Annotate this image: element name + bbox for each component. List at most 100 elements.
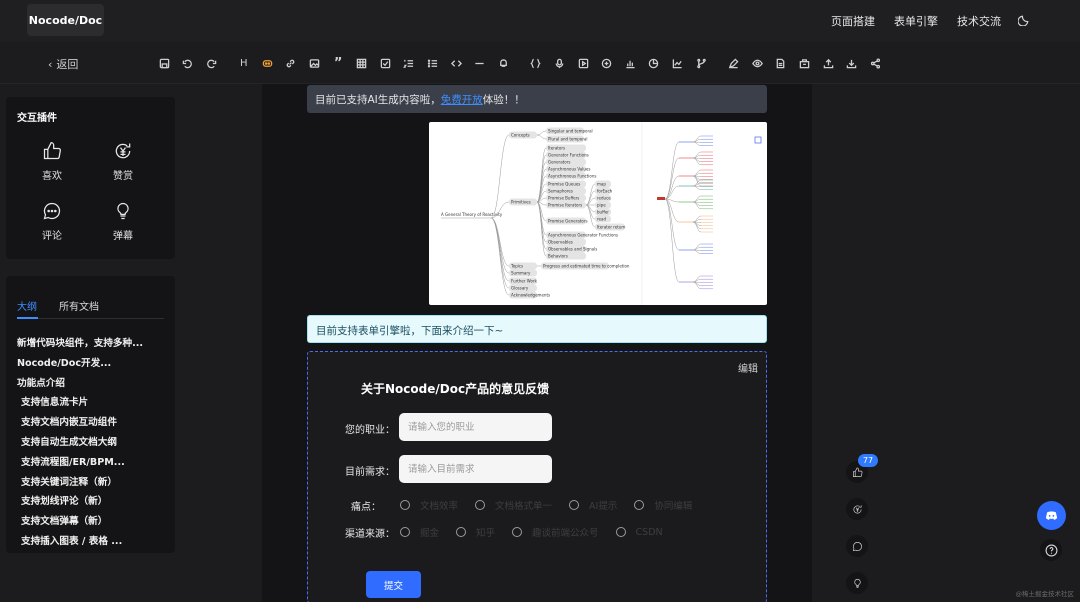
watermark: @稀土掘金技术社区	[1015, 590, 1075, 598]
discord-icon[interactable]	[259, 55, 275, 71]
like-count-badge: 77	[858, 454, 878, 467]
heading-icon[interactable]: H	[236, 55, 252, 71]
mindmap-branch: Concepts	[511, 133, 530, 138]
audio-icon[interactable]	[552, 55, 568, 71]
preview-icon[interactable]	[749, 55, 765, 71]
pain-option[interactable]: 文档格式单一	[475, 498, 552, 512]
mindmap-root: A General Theory of Reactivity	[441, 212, 503, 217]
channel-options: 掘金 知乎 趣谈前端公众号 CSDN	[400, 525, 680, 539]
float-reward-button[interactable]	[846, 498, 868, 520]
export-icon[interactable]	[773, 55, 789, 71]
video-icon[interactable]	[575, 55, 591, 71]
tab-all-docs[interactable]: 所有文档	[59, 298, 99, 313]
outline-item[interactable]: 功能点介绍	[17, 375, 167, 395]
table-icon[interactable]	[354, 55, 370, 71]
outline-item[interactable]: 支持文档内嵌互动组件	[17, 414, 167, 434]
ai-banner-prefix: 目前已支持AI生成内容啦，	[315, 94, 441, 106]
code-block-icon[interactable]	[528, 55, 544, 71]
ai-banner-link[interactable]: 免费开放	[441, 94, 483, 106]
mindmap-primitive: Generators	[548, 160, 570, 165]
job-input[interactable]	[399, 413, 552, 441]
float-danmaku-button[interactable]	[846, 572, 868, 594]
pain-option[interactable]: AI提示	[569, 498, 617, 512]
ordered-list-icon[interactable]	[401, 55, 417, 71]
nav-link-tech-exchange[interactable]: 技术交流	[957, 13, 1001, 29]
quote-icon[interactable]: ”	[330, 55, 346, 71]
edit-button[interactable]: 编辑	[738, 360, 758, 375]
channel-option[interactable]: 掘金	[400, 525, 439, 539]
outline-item[interactable]: 支持划线评论（新）	[17, 493, 167, 513]
job-label: 您的职业：	[345, 425, 395, 436]
bullet-list-icon[interactable]	[425, 55, 441, 71]
plugin-like[interactable]: 喜欢	[32, 141, 72, 182]
submit-button[interactable]: 提交	[366, 571, 421, 598]
plugin-comment-label: 评论	[42, 231, 62, 242]
discord-fab[interactable]	[1037, 501, 1066, 530]
mindmap-primitive: Generator Functions	[548, 153, 589, 158]
nav-links: 页面搭建 表单引擎 技术交流	[831, 13, 1001, 29]
outline-item[interactable]: Nocode/Doc开发...	[17, 355, 167, 375]
checkbox-icon[interactable]	[377, 55, 393, 71]
plugin-danmaku-label: 弹幕	[113, 231, 133, 242]
mindmap-edge	[490, 134, 510, 219]
nav-link-page-builder[interactable]: 页面搭建	[831, 13, 875, 29]
outline-item[interactable]: 支持关键词注释（新）	[17, 474, 167, 494]
bar-chart-icon[interactable]	[622, 55, 638, 71]
radio-circle	[475, 500, 486, 510]
mindmap-edge	[692, 151, 702, 159]
mindmap-edge	[490, 217, 510, 296]
need-input[interactable]	[399, 455, 552, 483]
pain-option[interactable]: 文档效率	[400, 498, 458, 512]
line-chart-icon[interactable]	[669, 55, 685, 71]
embed-icon[interactable]	[599, 55, 615, 71]
mindmap-iterator: forEach	[597, 189, 613, 194]
redo-icon[interactable]	[203, 55, 219, 71]
archive-icon[interactable]	[796, 55, 812, 71]
upload-icon[interactable]	[820, 55, 836, 71]
outline-tabs: 大纲 所有文档	[17, 298, 99, 313]
reward-icon	[115, 143, 131, 159]
radio-circle	[400, 527, 410, 537]
channel-option[interactable]: 知乎	[456, 525, 495, 539]
outline-item[interactable]: 支持插入图表 / 表格 ...	[17, 533, 167, 553]
flow-icon[interactable]	[693, 55, 709, 71]
logo[interactable]: Nocode/Doc	[27, 4, 104, 36]
draw-icon[interactable]	[726, 55, 742, 71]
moon-icon[interactable]	[1018, 13, 1031, 26]
undo-icon[interactable]	[180, 55, 196, 71]
plugin-comment[interactable]: 评论	[32, 201, 72, 242]
pie-chart-icon[interactable]	[646, 55, 662, 71]
pain-option[interactable]: 协同编辑	[634, 498, 692, 512]
mindmap-branch: Primitives	[511, 200, 531, 205]
mindmap-edge	[664, 141, 680, 200]
save-icon[interactable]	[156, 55, 172, 71]
share-icon[interactable]	[867, 55, 883, 71]
mindmap-edge	[692, 169, 702, 177]
outline-item[interactable]: 新增代码块组件，支持多种...	[17, 335, 167, 355]
back-button[interactable]: ‹ 返回	[48, 56, 78, 72]
plugin-danmaku[interactable]: 弹幕	[103, 201, 143, 242]
mindmap-primitive: Observables	[548, 240, 573, 245]
tab-outline[interactable]: 大纲	[17, 298, 37, 313]
mindmap-primitive: Observables and Signals	[548, 247, 597, 252]
mindmap-primitive: Behaviors	[548, 254, 568, 259]
hr-icon[interactable]	[472, 55, 488, 71]
code-icon[interactable]	[448, 55, 464, 71]
help-button[interactable]	[1040, 539, 1062, 561]
outline-item[interactable]: 支持流程图/ER/BPM...	[17, 454, 167, 474]
nav-link-form-engine[interactable]: 表单引擎	[894, 13, 938, 29]
outline-item[interactable]: 支持自动生成文档大纲	[17, 434, 167, 454]
bulb-icon	[117, 202, 129, 220]
channel-option[interactable]: CSDN	[615, 525, 663, 539]
need-label: 目前需求：	[345, 467, 395, 478]
outline-item[interactable]: 支持文档弹幕（新）	[17, 513, 167, 533]
tips-icon[interactable]	[495, 55, 511, 71]
link-icon[interactable]	[283, 55, 299, 71]
download-icon[interactable]	[844, 55, 860, 71]
mindmap-edge	[692, 195, 702, 203]
outline-item[interactable]: 支持信息流卡片	[17, 394, 167, 414]
channel-option[interactable]: 趣谈前端公众号	[512, 525, 599, 539]
plugin-reward[interactable]: 赞赏	[103, 141, 143, 182]
float-comment-button[interactable]	[846, 535, 868, 557]
image-icon[interactable]	[307, 55, 323, 71]
